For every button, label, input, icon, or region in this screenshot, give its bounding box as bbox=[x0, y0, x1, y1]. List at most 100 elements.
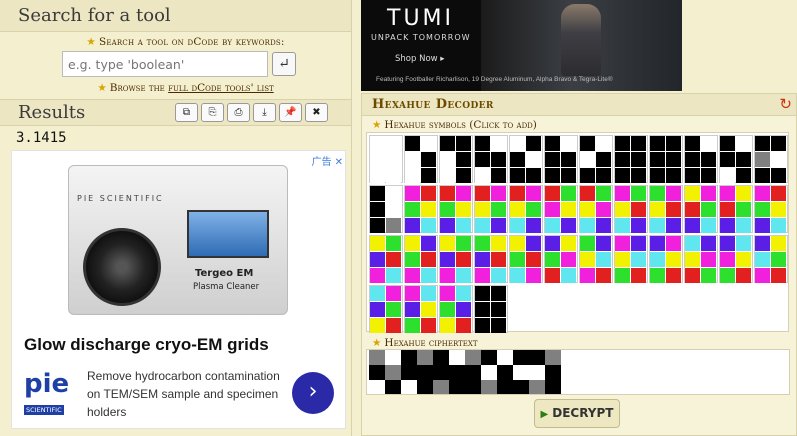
hexahue-symbol-button[interactable] bbox=[369, 285, 403, 333]
symbol-cell bbox=[513, 365, 529, 380]
close-icon[interactable]: ✖ bbox=[305, 103, 328, 122]
symbol-cell bbox=[701, 236, 716, 251]
symbol-cell bbox=[491, 202, 506, 217]
hexahue-symbol-button[interactable] bbox=[684, 235, 718, 283]
ciphertext-symbol bbox=[497, 350, 529, 394]
symbol-cell bbox=[405, 136, 420, 151]
symbol-cell bbox=[736, 252, 751, 267]
symbol-cell bbox=[440, 318, 455, 333]
hexahue-symbol-button[interactable] bbox=[544, 135, 578, 183]
hexahue-symbol-button[interactable] bbox=[649, 235, 683, 283]
hexahue-symbol-button[interactable] bbox=[439, 185, 473, 233]
symbol-cell bbox=[433, 350, 449, 365]
hexahue-symbol-button[interactable] bbox=[369, 185, 403, 233]
symbol-cell bbox=[596, 202, 611, 217]
symbol-cell bbox=[526, 136, 541, 151]
symbol-cell bbox=[440, 286, 455, 301]
hexahue-symbol-button[interactable] bbox=[754, 185, 788, 233]
copy-icon[interactable]: ⧉ bbox=[175, 103, 198, 122]
ad-body: Remove hydrocarbon contamination on TEM/… bbox=[87, 369, 280, 419]
hexahue-symbol-button[interactable] bbox=[474, 135, 508, 183]
product-screen bbox=[187, 210, 269, 258]
symbol-cell bbox=[417, 350, 433, 365]
enter-icon[interactable]: ↵ bbox=[272, 52, 296, 76]
shop-now-link[interactable]: Shop Now ▸ bbox=[395, 54, 445, 64]
symbol-cell bbox=[720, 268, 735, 283]
hexahue-symbol-button[interactable] bbox=[579, 185, 613, 233]
hexahue-symbol-button[interactable] bbox=[474, 185, 508, 233]
symbol-cell bbox=[755, 218, 770, 233]
symbol-cell bbox=[497, 350, 513, 365]
symbol-cell bbox=[631, 136, 646, 151]
symbol-cell bbox=[685, 136, 700, 151]
hexahue-symbol-button[interactable] bbox=[719, 185, 753, 233]
hexahue-symbol-button[interactable] bbox=[649, 135, 683, 183]
star-icon: ★ bbox=[372, 119, 382, 131]
search-input[interactable] bbox=[62, 51, 268, 77]
hexahue-symbol-button[interactable] bbox=[404, 235, 438, 283]
symbol-cell bbox=[440, 202, 455, 217]
symbol-cell bbox=[386, 168, 401, 183]
symbol-cell bbox=[513, 380, 529, 394]
hexahue-symbol-button[interactable] bbox=[754, 135, 788, 183]
hexahue-symbol-button[interactable] bbox=[439, 285, 473, 333]
symbol-cell bbox=[736, 186, 751, 201]
hexahue-symbol-button[interactable] bbox=[719, 235, 753, 283]
hexahue-symbol-button[interactable] bbox=[754, 235, 788, 283]
symbol-cell bbox=[456, 136, 471, 151]
download-icon[interactable]: ⤓ bbox=[253, 103, 276, 122]
symbol-cell bbox=[545, 218, 560, 233]
hexahue-symbol-button[interactable] bbox=[439, 235, 473, 283]
print-icon[interactable]: ⎙ bbox=[227, 103, 250, 122]
hexahue-symbol-button[interactable] bbox=[614, 135, 648, 183]
hexahue-symbol-button[interactable] bbox=[474, 235, 508, 283]
browse-tools-link[interactable]: ★ Browse the full dCode tools' list bbox=[20, 82, 351, 94]
symbol-cell bbox=[755, 136, 770, 151]
hexahue-symbol-button[interactable] bbox=[509, 185, 543, 233]
symbol-cell bbox=[526, 236, 541, 251]
hexahue-symbol-button[interactable] bbox=[404, 285, 438, 333]
results-header: Results ⧉ ⎘ ⎙ ⤓ 📌 ✖ bbox=[0, 99, 351, 126]
symbol-cell bbox=[615, 218, 630, 233]
hexahue-symbol-button[interactable] bbox=[404, 185, 438, 233]
hexahue-symbol-button[interactable] bbox=[614, 235, 648, 283]
hexahue-symbol-button[interactable] bbox=[404, 135, 438, 183]
hexahue-symbol-button[interactable] bbox=[369, 235, 403, 283]
symbol-cell bbox=[771, 202, 786, 217]
hexahue-symbol-button[interactable] bbox=[509, 235, 543, 283]
advertisement[interactable]: 广告 ✕ PIE SCIENTIFIC Tergeo EM Plasma Clea… bbox=[11, 150, 346, 429]
decoder-header: Hexahue Decoder ↻ bbox=[362, 94, 796, 116]
symbol-cell bbox=[370, 136, 385, 151]
pin-icon[interactable]: 📌 bbox=[279, 103, 302, 122]
symbol-cell bbox=[650, 218, 665, 233]
banner-tagline: UNPACK TOMORROW bbox=[371, 33, 471, 42]
hexahue-symbol-button[interactable] bbox=[684, 185, 718, 233]
chevron-right-icon[interactable]: › bbox=[292, 372, 334, 414]
pie-logo: pie SCIENTIFIC bbox=[24, 369, 70, 415]
hexahue-decoder: Hexahue Decoder ↻ ★ Hexahue symbols (Clic… bbox=[361, 93, 797, 436]
decrypt-button[interactable]: ▶ DECRYPT bbox=[534, 399, 620, 428]
symbol-cell bbox=[401, 365, 417, 380]
hexahue-symbol-button[interactable] bbox=[474, 285, 508, 333]
hexahue-symbol-button[interactable] bbox=[509, 135, 543, 183]
ciphertext-input[interactable] bbox=[366, 349, 790, 395]
hexahue-symbol-button[interactable] bbox=[614, 185, 648, 233]
hexahue-symbol-button[interactable] bbox=[369, 135, 403, 183]
reload-icon[interactable]: ↻ bbox=[779, 95, 792, 113]
symbol-cell bbox=[596, 136, 611, 151]
symbol-cell bbox=[685, 236, 700, 251]
hexahue-symbol-button[interactable] bbox=[439, 135, 473, 183]
ad-headline[interactable]: Glow discharge cryo-EM grids bbox=[24, 335, 269, 355]
symbol-cell bbox=[580, 218, 595, 233]
symbol-cell bbox=[370, 218, 385, 233]
hexahue-symbol-button[interactable] bbox=[649, 185, 683, 233]
hexahue-symbol-button[interactable] bbox=[684, 135, 718, 183]
hexahue-symbol-button[interactable] bbox=[719, 135, 753, 183]
hexahue-symbol-button[interactable] bbox=[579, 235, 613, 283]
tumi-banner-ad[interactable]: TUMI UNPACK TOMORROW Shop Now ▸ Featurin… bbox=[361, 0, 682, 91]
ad-close-icon[interactable]: 广告 ✕ bbox=[312, 153, 343, 168]
hexahue-symbol-button[interactable] bbox=[544, 185, 578, 233]
duplicate-icon[interactable]: ⎘ bbox=[201, 103, 224, 122]
hexahue-symbol-button[interactable] bbox=[544, 235, 578, 283]
hexahue-symbol-button[interactable] bbox=[579, 135, 613, 183]
